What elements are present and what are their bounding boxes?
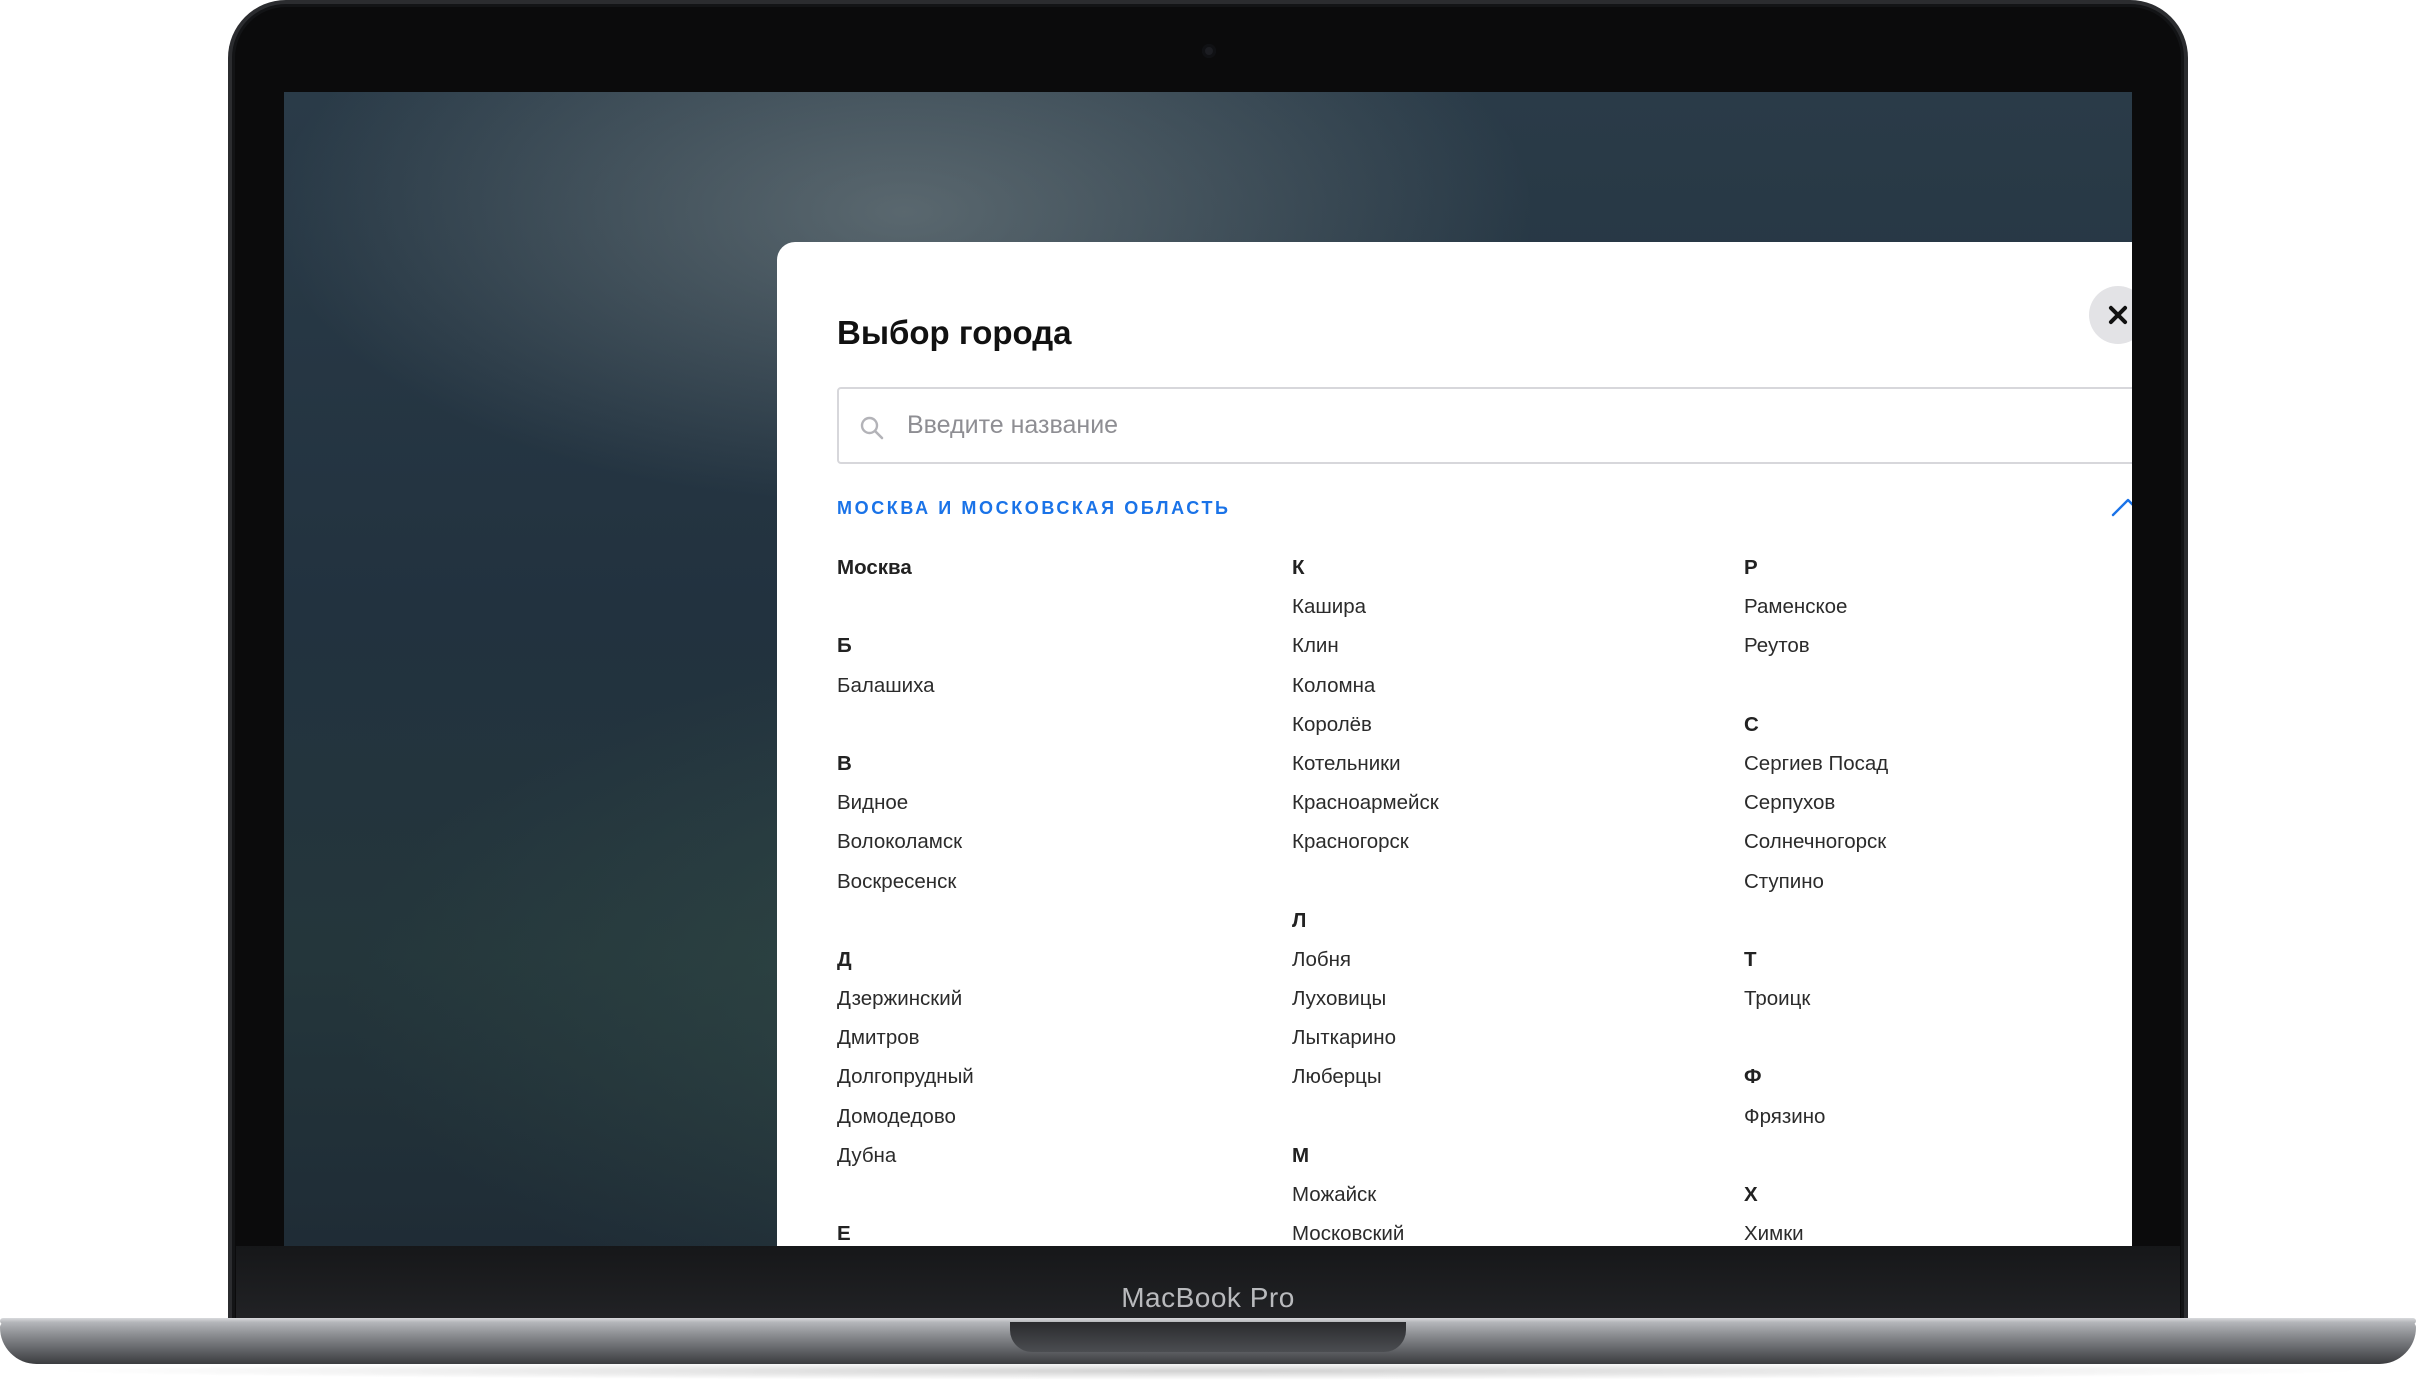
letter-heading: Е (837, 1222, 851, 1246)
city-link[interactable]: Люберцы (1292, 1057, 1692, 1096)
laptop-shadow (40, 1362, 2376, 1380)
close-button[interactable] (2089, 286, 2132, 344)
city-link[interactable]: Красногорск (1292, 822, 1692, 861)
laptop-notch (1010, 1322, 1406, 1352)
laptop-screen: Выбор города МОСКВА И МОСКОВСКАЯ ОБЛАСТЬ… (284, 92, 2132, 1246)
city-link[interactable]: Реутов (1744, 626, 2132, 665)
city-select-modal: Выбор города МОСКВА И МОСКОВСКАЯ ОБЛАСТЬ… (777, 242, 2132, 1246)
city-link[interactable]: Долгопрудный (837, 1057, 1237, 1096)
city-link[interactable]: Лобня (1292, 940, 1692, 979)
region-label: МОСКВА И МОСКОВСКАЯ ОБЛАСТЬ (837, 498, 1231, 518)
city-link[interactable]: Раменское (1744, 587, 2132, 626)
city-column-2: К Кашира Клин Коломна Королёв Котельники Красн… (1292, 548, 1692, 1246)
city-link[interactable]: Сергиев Посад (1744, 744, 2132, 783)
city-link[interactable]: Москва (837, 548, 1237, 587)
city-link[interactable]: Воскресенск (837, 862, 1237, 901)
city-link[interactable]: Клин (1292, 626, 1692, 665)
city-link[interactable]: Котельники (1292, 744, 1692, 783)
letter-heading: С (1744, 712, 1759, 736)
letter-heading: Д (837, 947, 852, 971)
city-link[interactable]: Балашиха (837, 666, 1237, 705)
city-link[interactable]: Королёв (1292, 705, 1692, 744)
search-input[interactable] (907, 391, 2127, 460)
city-link[interactable]: Ступино (1744, 862, 2132, 901)
city-link[interactable]: Серпухов (1744, 783, 2132, 822)
city-link[interactable]: Красноармейск (1292, 783, 1692, 822)
city-link[interactable]: Московский (1292, 1214, 1692, 1246)
modal-title: Выбор города (837, 314, 1072, 351)
city-link[interactable]: Троицк (1744, 979, 2132, 1018)
letter-heading: Т (1744, 947, 1757, 971)
city-link[interactable]: Лыткарино (1292, 1018, 1692, 1057)
letter-heading: В (837, 751, 852, 775)
city-column-3: Р Раменское Реутов С Сергиев Посад Серпухов Со… (1744, 548, 2132, 1246)
city-link[interactable]: Химки (1744, 1214, 2132, 1246)
search-icon (860, 416, 884, 440)
chevron-up-icon[interactable] (2111, 496, 2132, 518)
city-link[interactable]: Видное (837, 783, 1237, 822)
region-toggle[interactable]: МОСКВА И МОСКОВСКАЯ ОБЛАСТЬ (837, 490, 2132, 526)
city-link[interactable]: Коломна (1292, 666, 1692, 705)
city-link[interactable]: Луховицы (1292, 979, 1692, 1018)
city-link[interactable]: Кашира (1292, 587, 1692, 626)
city-list: Москва Б Балашиха В Видное Волоколамск Воскрес… (837, 548, 2132, 1246)
letter-heading: Р (1744, 556, 1758, 579)
city-link[interactable]: Дмитров (837, 1018, 1237, 1057)
city-link[interactable]: Солнечногорск (1744, 822, 2132, 861)
letter-heading: Б (837, 634, 852, 658)
letter-heading: Ф (1744, 1065, 1762, 1089)
city-column-1: Москва Б Балашиха В Видное Волоколамск Воскрес… (837, 548, 1237, 1246)
city-link[interactable]: Можайск (1292, 1175, 1692, 1214)
letter-heading: К (1292, 556, 1305, 579)
city-link[interactable]: Дубна (837, 1136, 1237, 1175)
city-link[interactable]: Волоколамск (837, 822, 1237, 861)
device-brand-label: MacBook Pro (1121, 1282, 1295, 1313)
letter-heading: Л (1292, 908, 1307, 932)
city-link[interactable]: Дзержинский (837, 979, 1237, 1018)
city-link[interactable]: Домодедово (837, 1097, 1237, 1136)
city-link[interactable]: Фрязино (1744, 1097, 2132, 1136)
camera-icon (1202, 44, 1216, 58)
letter-heading: М (1292, 1143, 1310, 1167)
search-box (837, 387, 2132, 464)
letter-heading: Х (1744, 1183, 1758, 1206)
laptop-mockup: Выбор города МОСКВА И МОСКОВСКАЯ ОБЛАСТЬ… (0, 0, 2416, 1394)
